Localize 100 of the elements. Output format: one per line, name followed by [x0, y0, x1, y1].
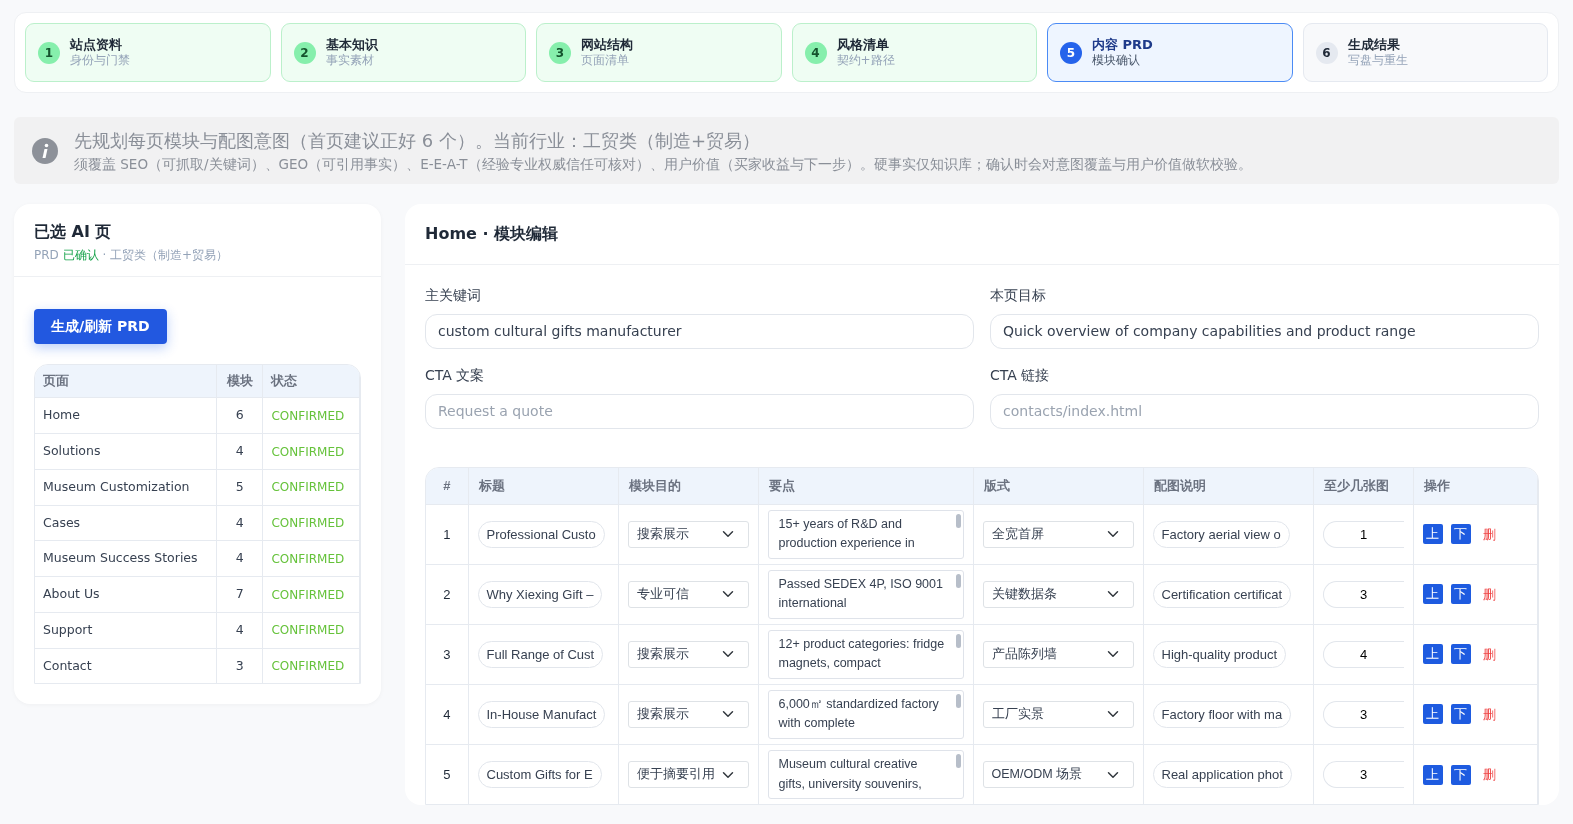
step-tab[interactable]: 6 生成结果 写盘与重生: [1302, 23, 1548, 83]
table-cell: Museum Customization: [35, 469, 217, 506]
image-count-field[interactable]: 1: [1322, 520, 1404, 549]
layout-dropdown[interactable]: 工厂实景: [982, 701, 1134, 728]
table-cell: Home: [35, 397, 217, 434]
status-text: CONFIRMED: [262, 540, 360, 577]
status-text: CONFIRMED: [262, 576, 360, 613]
step-title: 内容 PRD: [1092, 37, 1153, 53]
input-field[interactable]: contacts/index.html: [990, 394, 1539, 430]
step-subtitle: 契约+路径: [836, 52, 895, 69]
scrollbar-thumb[interactable]: [955, 634, 961, 649]
move-down-button[interactable]: 下: [1450, 584, 1471, 605]
points-textarea[interactable]: Museum cultural creative gifts, university souvenirs,: [767, 750, 964, 800]
step-subtitle: 事实素材: [325, 52, 375, 69]
step-tab[interactable]: 1 站点资料 身份与门禁: [25, 23, 271, 83]
move-up-button[interactable]: 上: [1422, 764, 1443, 785]
table-cell: 3: [216, 648, 263, 684]
step-number: 2: [293, 41, 316, 64]
column-header: 状态: [262, 364, 360, 398]
layout-dropdown[interactable]: OEM/ODM 场景: [982, 761, 1134, 789]
delete-button[interactable]: 删: [1478, 524, 1500, 545]
step-tab[interactable]: 3 网站结构 页面清单: [536, 23, 782, 83]
image-count-field[interactable]: 3: [1322, 700, 1404, 729]
notice-text: 须覆盖 SEO（可抓取/关键词）、GEO（可引用事实）、E-E-A-T（经验专业权威信任可核对）、用户价值（买家收益与下一步）。硬事实仅知识库；确认时会对意图覆盖与用户价值做软校验。: [74, 155, 1252, 175]
layout-dropdown[interactable]: 关键数据条: [982, 581, 1134, 608]
table-cell: Contact: [35, 648, 217, 684]
step-number: 1: [38, 41, 60, 64]
column-header: 标题: [468, 468, 618, 505]
layout-dropdown[interactable]: 产品陈列墙: [982, 641, 1134, 668]
purpose-dropdown[interactable]: 专业可信: [627, 581, 749, 608]
editor-title: Home · 模块编辑: [405, 204, 1559, 266]
status-text: CONFIRMED: [262, 433, 360, 470]
move-up-button[interactable]: 上: [1422, 584, 1443, 605]
purpose-dropdown[interactable]: 搜索展示: [627, 641, 749, 668]
table-cell: 4: [216, 433, 263, 470]
step-subtitle: 页面清单: [581, 52, 630, 69]
delete-button[interactable]: 删: [1478, 704, 1500, 725]
points-textarea[interactable]: 6,000㎡ standardized factory with complete: [767, 690, 964, 739]
purpose-dropdown[interactable]: 便于摘要引用: [627, 761, 749, 789]
table-cell: Cases: [35, 505, 217, 541]
scrollbar-thumb[interactable]: [955, 754, 961, 769]
scrollbar-thumb[interactable]: [955, 694, 961, 709]
step-tab[interactable]: 5 内容 PRD 模块确认: [1047, 23, 1293, 83]
table-cell: About Us: [35, 576, 217, 613]
move-down-button[interactable]: 下: [1450, 764, 1471, 785]
sidebar-title: 已选 AI 页: [34, 222, 113, 242]
image-count-field[interactable]: 4: [1322, 640, 1404, 669]
move-down-button[interactable]: 下: [1450, 644, 1471, 665]
status-text: CONFIRMED: [262, 469, 360, 506]
field-label: CTA 链接: [990, 366, 1051, 386]
row-number: 4: [426, 684, 468, 745]
table-cell: 4: [216, 612, 263, 649]
table-cell: 5: [216, 469, 263, 506]
points-textarea[interactable]: Passed SEDEX 4P, ISO 9001 international: [767, 570, 964, 619]
delete-button[interactable]: 删: [1478, 584, 1500, 605]
scrollbar-thumb[interactable]: [955, 514, 961, 529]
status-text: CONFIRMED: [262, 648, 360, 684]
field-label: 主关键词: [425, 286, 482, 306]
move-up-button[interactable]: 上: [1422, 704, 1443, 725]
notice-title: 先规划每页模块与配图意图（首页建议正好 6 个）。当前行业：工贸类（制造+贸易）: [74, 129, 761, 154]
column-header: 模块目的: [618, 468, 758, 505]
input-field[interactable]: Quick overview of company capabilities and product range: [990, 314, 1539, 350]
delete-button[interactable]: 删: [1478, 764, 1500, 785]
row-number: 2: [426, 564, 468, 625]
purpose-dropdown[interactable]: 搜索展示: [627, 521, 749, 548]
image-count-field[interactable]: 3: [1322, 760, 1404, 789]
move-up-button[interactable]: 上: [1422, 644, 1443, 665]
info-icon: [32, 137, 58, 164]
input-field[interactable]: custom cultural gifts manufacturer: [425, 314, 974, 350]
scrollbar-thumb[interactable]: [955, 574, 961, 589]
step-subtitle: 写盘与重生: [1347, 52, 1408, 69]
row-number: 3: [426, 624, 468, 685]
input-field[interactable]: Request a quote: [425, 394, 974, 430]
move-down-button[interactable]: 下: [1450, 704, 1471, 725]
column-header: 模块: [216, 364, 263, 398]
table-cell: 7: [216, 576, 263, 613]
step-tab[interactable]: 4 风格清单 契约+路径: [791, 23, 1037, 83]
step-title: 生成结果: [1347, 37, 1401, 53]
table-cell: Museum Success Stories: [35, 540, 217, 577]
table-cell: 4: [216, 505, 263, 541]
field-label: 本页目标: [990, 286, 1047, 306]
move-down-button[interactable]: 下: [1450, 524, 1471, 545]
table-cell: 4: [216, 540, 263, 577]
layout-dropdown[interactable]: 全宽首屏: [982, 521, 1134, 548]
delete-button[interactable]: 删: [1478, 644, 1500, 665]
status-text: CONFIRMED: [262, 505, 360, 541]
points-textarea[interactable]: 12+ product categories: fridge magnets, compact: [767, 630, 964, 679]
step-tab[interactable]: 2 基本知识 事实素材: [280, 23, 526, 83]
generate-button[interactable]: 生成/刷新 PRD: [34, 308, 167, 344]
column-header: 要点: [758, 468, 973, 505]
points-textarea[interactable]: 15+ years of R&D and production experience in: [767, 510, 964, 559]
column-header: 操作: [1413, 468, 1538, 505]
row-number: 1: [426, 504, 468, 565]
step-title: 站点资料: [70, 37, 123, 53]
image-count-field[interactable]: 3: [1322, 580, 1404, 609]
status-text: CONFIRMED: [262, 397, 360, 434]
table-cell: 6: [216, 397, 263, 434]
move-up-button[interactable]: 上: [1422, 524, 1443, 545]
column-header: #: [426, 468, 468, 505]
purpose-dropdown[interactable]: 搜索展示: [627, 701, 749, 728]
